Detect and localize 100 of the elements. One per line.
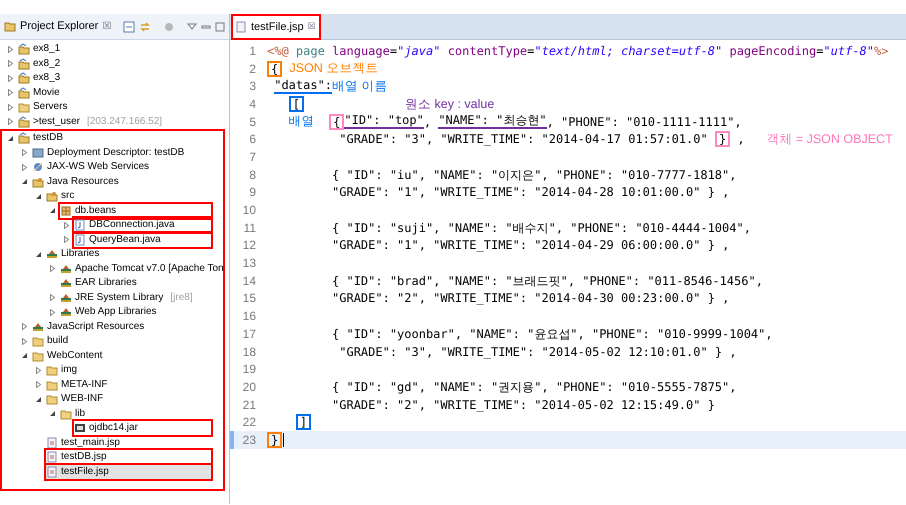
tree-item[interactable]: testDB.jsp — [46, 450, 211, 464]
collapsed-arrow-icon[interactable] — [7, 104, 14, 111]
line-number: 21 — [242, 396, 257, 414]
collapsed-arrow-icon[interactable] — [21, 164, 28, 171]
line-number: 17 — [242, 326, 257, 343]
collapsed-arrow-icon[interactable] — [7, 60, 14, 68]
tree-item[interactable]: ojdbc14.jar — [74, 421, 211, 436]
editor-tab[interactable]: testFile.jsp ☒ — [232, 15, 320, 39]
line-number: 20 — [242, 378, 257, 396]
expanded-arrow-icon[interactable] — [21, 178, 28, 186]
line-number: 4 — [248, 96, 257, 113]
tree-item[interactable]: ex8_2 — [18, 56, 64, 71]
code-text: "utf-8" — [823, 42, 874, 60]
expanded-arrow-icon[interactable] — [7, 134, 14, 142]
tree-item[interactable]: Servers — [18, 100, 72, 114]
code-text: = — [390, 42, 398, 60]
tree-item[interactable]: WebContent — [32, 348, 106, 363]
collapsed-arrow-icon[interactable] — [21, 323, 28, 330]
line-number: 2 — [248, 60, 257, 78]
collapsed-arrow-icon[interactable] — [49, 308, 56, 316]
code-text: , "PHONE": "010-1111-1111", — [546, 114, 742, 131]
tree-item[interactable]: META-INF — [46, 378, 112, 392]
expanded-arrow-icon[interactable] — [35, 396, 42, 403]
annotation-label: 배열 이름 — [332, 78, 388, 95]
line-number: 22 — [242, 414, 257, 432]
tree-item[interactable]: Java Resources — [32, 174, 123, 189]
collapsed-arrow-icon[interactable] — [21, 338, 28, 345]
tree-item[interactable]: ex8_3 — [18, 71, 64, 86]
tree-item[interactable]: Movie — [18, 86, 64, 100]
line-number: 16 — [242, 308, 257, 326]
line-number: 23 — [230, 430, 257, 449]
collapsed-arrow-icon[interactable] — [35, 366, 42, 374]
line-number: 1 — [248, 42, 257, 60]
tree-item[interactable]: EAR Libraries — [60, 276, 141, 290]
tree-item[interactable]: QueryBean.java — [74, 232, 211, 247]
folder-icon — [46, 190, 58, 202]
collapsed-arrow-icon[interactable] — [7, 46, 14, 53]
folder-icon — [32, 176, 44, 188]
tree-item[interactable]: test_main.jsp — [46, 436, 124, 450]
collapsed-arrow-icon[interactable] — [49, 265, 56, 272]
project-icon — [18, 116, 30, 128]
tree-item[interactable]: JRE System Library [jre8] — [60, 290, 197, 305]
expanded-arrow-icon[interactable] — [49, 207, 56, 214]
tree-item[interactable]: lib — [60, 406, 90, 421]
code-text: { "ID": "iu", "NAME": "이지은", "PHONE": "010-7777-1818", — [331, 166, 736, 184]
folder-icon — [32, 350, 44, 362]
code-text: "text/html; charset=utf-8" — [534, 42, 722, 60]
collapsed-arrow-icon[interactable] — [7, 118, 14, 126]
tree-item[interactable]: JavaScript Resources — [32, 320, 148, 334]
view-menu-icon[interactable] — [187, 22, 197, 32]
tree-item[interactable]: img — [46, 363, 82, 378]
tree-item[interactable]: ex8_1 — [18, 42, 64, 56]
expanded-arrow-icon[interactable] — [35, 250, 42, 258]
close-tab-button[interactable]: ☒ — [308, 20, 316, 34]
project-icon — [18, 43, 30, 56]
collapsed-arrow-icon[interactable] — [63, 222, 70, 229]
books-icon — [60, 262, 72, 275]
tree-item[interactable]: db.beans — [60, 204, 211, 218]
books-icon — [60, 277, 72, 290]
collapsed-arrow-icon[interactable] — [49, 294, 56, 302]
collapsed-arrow-icon[interactable] — [63, 236, 70, 244]
expanded-arrow-icon[interactable] — [21, 352, 28, 360]
collapsed-arrow-icon[interactable] — [7, 89, 14, 96]
tree-item[interactable]: Libraries — [46, 247, 104, 262]
maximize-icon[interactable] — [215, 22, 225, 32]
expanded-arrow-icon[interactable] — [49, 410, 56, 418]
folder-icon — [46, 378, 58, 391]
code-text: "GRADE": "2", "WRITE_TIME": "2014-05-02 12:15:49.0" } — [331, 396, 715, 414]
line-number: 6 — [248, 131, 257, 148]
tree-item[interactable]: DBConnection.java — [74, 218, 211, 232]
tree-item[interactable]: testFile.jsp — [46, 464, 211, 479]
project-icon — [18, 58, 30, 70]
books-icon — [60, 306, 72, 318]
file-icon — [46, 451, 58, 464]
tree-item[interactable]: >test_user [203.247.166.52] — [18, 114, 166, 129]
code-text: "java" — [397, 42, 440, 60]
code-text: "GRADE": "1", "WRITE_TIME": "2014-04-29 06:00:00.0" } , — [331, 237, 730, 254]
file-icon — [236, 21, 247, 33]
code-text: "GRADE": "1", "WRITE_TIME": "2014-04-28 10:01:00.0" } , — [331, 184, 730, 202]
tree-item[interactable]: Deployment Descriptor: testDB — [32, 146, 188, 160]
close-tab-button[interactable]: ☒ — [102, 19, 112, 34]
collapsed-arrow-icon[interactable] — [21, 149, 28, 156]
tree-item[interactable]: JAX-WS Web Services — [32, 160, 154, 174]
tree-item[interactable]: testDB — [18, 131, 68, 146]
code-text: "datas": — [274, 78, 332, 94]
tree-item[interactable]: WEB-INF — [46, 392, 108, 406]
tree-item[interactable]: src — [46, 189, 78, 204]
code-text: "GRADE": "3", "WRITE_TIME": "2014-04-17 01:57:01.0" — [339, 131, 708, 148]
java-file-icon — [74, 234, 86, 246]
tree-item[interactable]: build — [32, 334, 72, 348]
line-number: 15 — [242, 290, 257, 308]
file-icon — [46, 466, 58, 478]
link-icon[interactable] — [139, 20, 151, 32]
tree-item[interactable]: Apache Tomcat v7.0 [Apache Ton — [60, 262, 228, 276]
expanded-arrow-icon[interactable] — [35, 192, 42, 200]
collapsed-arrow-icon[interactable] — [35, 381, 42, 388]
collapse-icon[interactable] — [123, 20, 135, 32]
collapsed-arrow-icon[interactable] — [7, 74, 14, 82]
tree-item[interactable]: Web App Libraries — [60, 305, 161, 320]
line-number: 18 — [242, 344, 257, 361]
